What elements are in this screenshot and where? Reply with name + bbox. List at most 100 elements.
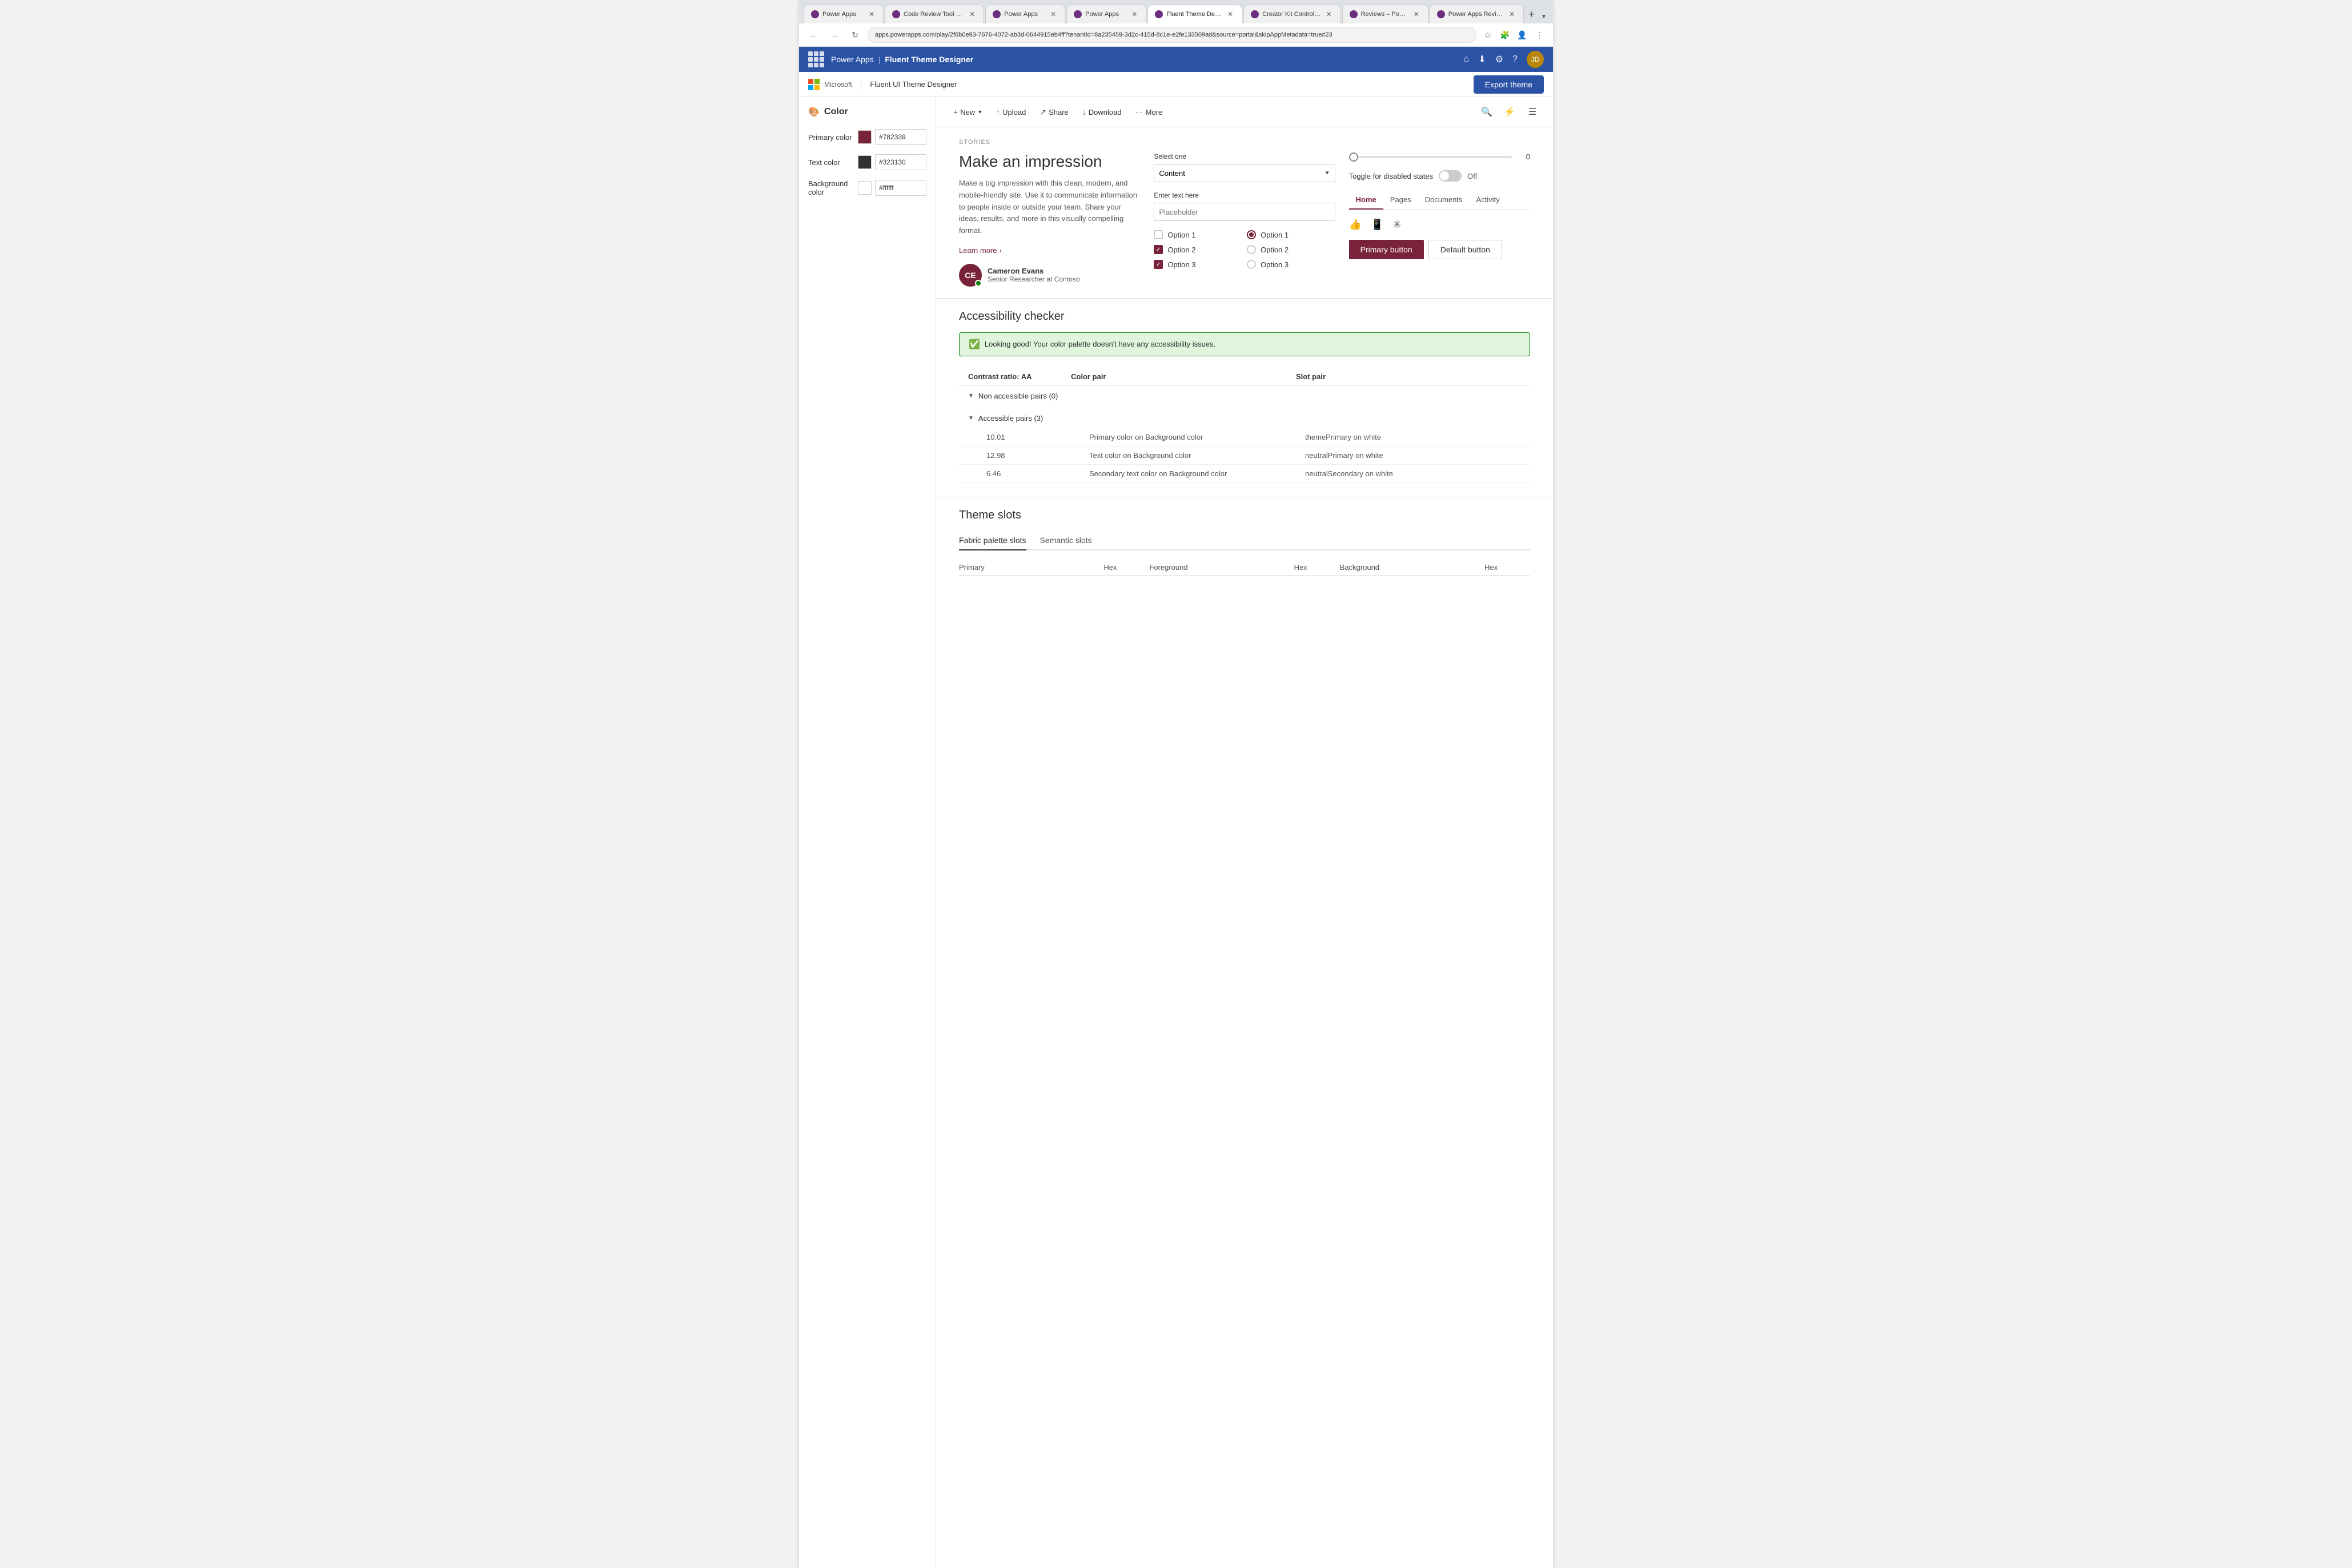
- slider-input[interactable]: [1349, 156, 1512, 158]
- download-button[interactable]: ↓ Download: [1077, 104, 1127, 120]
- browser-tab-8[interactable]: Power Apps Review Tool... ✕: [1430, 5, 1524, 23]
- sub-header-divider: |: [860, 80, 862, 89]
- browser-tab-3[interactable]: Power Apps ✕: [985, 5, 1065, 23]
- extensions-icon[interactable]: 🧩: [1498, 28, 1512, 42]
- sidebar-color-label: Color: [824, 107, 848, 117]
- primary-color-hex-input[interactable]: [875, 129, 926, 145]
- toggle-switch[interactable]: [1439, 170, 1462, 182]
- tabs-chevron[interactable]: ▼: [1539, 11, 1548, 22]
- more-icon: ···: [1135, 107, 1143, 116]
- new-tab-button[interactable]: +: [1525, 6, 1538, 22]
- tab-title-1: Power Apps: [822, 11, 864, 18]
- browser-tab-7[interactable]: Reviews – Power Apps ✕: [1342, 5, 1428, 23]
- filter-toolbar-button[interactable]: ⚡: [1500, 103, 1519, 121]
- ms-logo-text: Microsoft: [824, 81, 852, 89]
- background-color-row: Background color: [808, 179, 926, 196]
- new-chevron-icon: ▼: [977, 109, 982, 115]
- tab-close-1[interactable]: ✕: [867, 10, 876, 19]
- tab-close-6[interactable]: ✕: [1324, 10, 1334, 19]
- checkbox-1[interactable]: [1154, 230, 1163, 239]
- menu-icon[interactable]: ⋮: [1532, 28, 1546, 42]
- list-toolbar-button[interactable]: ☰: [1523, 103, 1542, 121]
- col-slot-pair: Slot pair: [1296, 372, 1521, 381]
- tab-documents[interactable]: Documents: [1418, 191, 1470, 210]
- tab-fabric-palette[interactable]: Fabric palette slots: [959, 531, 1026, 550]
- slots-col-background: Background: [1340, 563, 1484, 572]
- app-name: Power Apps: [831, 55, 874, 64]
- sidebar-section-title: 🎨 Color: [808, 106, 926, 118]
- export-theme-button[interactable]: Export theme: [1474, 75, 1544, 94]
- header-settings-icon[interactable]: ⚙: [1495, 54, 1503, 65]
- default-button[interactable]: Default button: [1428, 240, 1502, 259]
- user-avatar[interactable]: JD: [1527, 51, 1544, 68]
- preview-right-panel: 0 Toggle for disabled states Off Home Pa…: [1349, 152, 1530, 287]
- slots-table-header: Primary Hex Foreground Hex Background He…: [959, 560, 1530, 576]
- browser-tab-6[interactable]: Creator Kit Control Refere... ✕: [1243, 5, 1340, 23]
- tab-home[interactable]: Home: [1349, 191, 1383, 210]
- star-icon[interactable]: ✳: [1393, 219, 1402, 231]
- share-button[interactable]: ↗ Share: [1034, 104, 1074, 120]
- accessible-row-3: 6.46 Secondary text color on Background …: [959, 465, 1530, 483]
- accessible-label: Accessible pairs (3): [978, 414, 1043, 423]
- tab-favicon-1: [811, 10, 819, 18]
- text-color-swatch[interactable]: [858, 155, 872, 169]
- checkbox-3[interactable]: ✓: [1154, 260, 1163, 269]
- accessible-group-header[interactable]: ▼ Accessible pairs (3): [959, 408, 1530, 428]
- tab-semantic-slots[interactable]: Semantic slots: [1040, 531, 1092, 550]
- tab-close-5[interactable]: ✕: [1226, 10, 1235, 19]
- address-bar[interactable]: apps.powerapps.com/play/2f6b0e93-7676-40…: [868, 27, 1476, 43]
- main-layout: 🎨 Color Primary color Text color: [799, 97, 1553, 1568]
- upload-button[interactable]: ↑ Upload: [990, 104, 1031, 120]
- app-header-right: ⌂ ⬇ ⚙ ? JD: [1464, 51, 1544, 68]
- browser-tab-5[interactable]: Fluent Theme Designer -... ✕: [1147, 5, 1242, 23]
- text-input-field[interactable]: [1154, 203, 1335, 221]
- sub-header: Microsoft | Fluent UI Theme Designer Exp…: [799, 72, 1553, 97]
- radio-3[interactable]: [1247, 260, 1256, 269]
- browser-tab-2[interactable]: Code Review Tool Experim... ✕: [885, 5, 984, 23]
- tab-close-7[interactable]: ✕: [1412, 10, 1421, 19]
- url-text: apps.powerapps.com/play/2f6b0e93-7676-40…: [875, 31, 1332, 38]
- avatar-initials: CE: [965, 271, 976, 280]
- tab-close-8[interactable]: ✕: [1507, 10, 1516, 19]
- slots-col-foreground: Foreground: [1149, 563, 1294, 572]
- checkbox-3-label: Option 3: [1167, 260, 1195, 269]
- non-accessible-label: Non accessible pairs (0): [978, 392, 1058, 400]
- radio-1[interactable]: [1247, 230, 1256, 239]
- tab-close-4[interactable]: ✕: [1130, 10, 1139, 19]
- back-button[interactable]: ←: [806, 27, 822, 43]
- primary-button[interactable]: Primary button: [1349, 240, 1424, 259]
- non-accessible-group-header[interactable]: ▼ Non accessible pairs (0): [959, 386, 1530, 406]
- checkbox-2[interactable]: ✓: [1154, 245, 1163, 254]
- header-icon-1[interactable]: ⌂: [1464, 54, 1470, 65]
- bookmark-icon[interactable]: ☆: [1481, 28, 1495, 42]
- refresh-button[interactable]: ↻: [847, 27, 863, 43]
- checkbox-option-2: ✓ Option 2: [1154, 245, 1242, 254]
- action-icon-row: 👍 📱 ✳: [1349, 219, 1530, 231]
- tab-pages[interactable]: Pages: [1383, 191, 1418, 210]
- forward-button[interactable]: →: [826, 27, 842, 43]
- more-button[interactable]: ··· More: [1130, 104, 1169, 120]
- radio-2[interactable]: [1247, 245, 1256, 254]
- learn-more-link[interactable]: Learn more ›: [959, 246, 1140, 255]
- header-help-icon[interactable]: ?: [1512, 54, 1518, 65]
- tab-close-2[interactable]: ✕: [968, 10, 977, 19]
- text-color-hex-input[interactable]: [875, 154, 926, 170]
- tab-close-3[interactable]: ✕: [1049, 10, 1058, 19]
- tab-activity[interactable]: Activity: [1469, 191, 1506, 210]
- profile-icon[interactable]: 👤: [1515, 28, 1529, 42]
- sub-header-app-title: Fluent UI Theme Designer: [870, 80, 957, 89]
- primary-color-input-group: [858, 129, 926, 145]
- background-color-swatch[interactable]: [858, 181, 872, 195]
- browser-tab-4[interactable]: Power Apps ✕: [1066, 5, 1146, 23]
- select-dropdown[interactable]: Content ▼: [1154, 164, 1335, 182]
- search-toolbar-button[interactable]: 🔍: [1478, 103, 1496, 121]
- background-color-hex-input[interactable]: [875, 180, 926, 196]
- mobile-icon[interactable]: 📱: [1371, 219, 1383, 231]
- row2-slot-pair: neutralPrimary on white: [1305, 451, 1521, 460]
- browser-tab-1[interactable]: Power Apps ✕: [804, 5, 884, 23]
- new-button[interactable]: + New ▼: [948, 104, 988, 120]
- primary-color-swatch[interactable]: [858, 130, 872, 144]
- waffle-icon[interactable]: [808, 51, 824, 67]
- header-icon-2[interactable]: ⬇: [1478, 54, 1486, 65]
- thumbs-up-icon[interactable]: 👍: [1349, 219, 1362, 231]
